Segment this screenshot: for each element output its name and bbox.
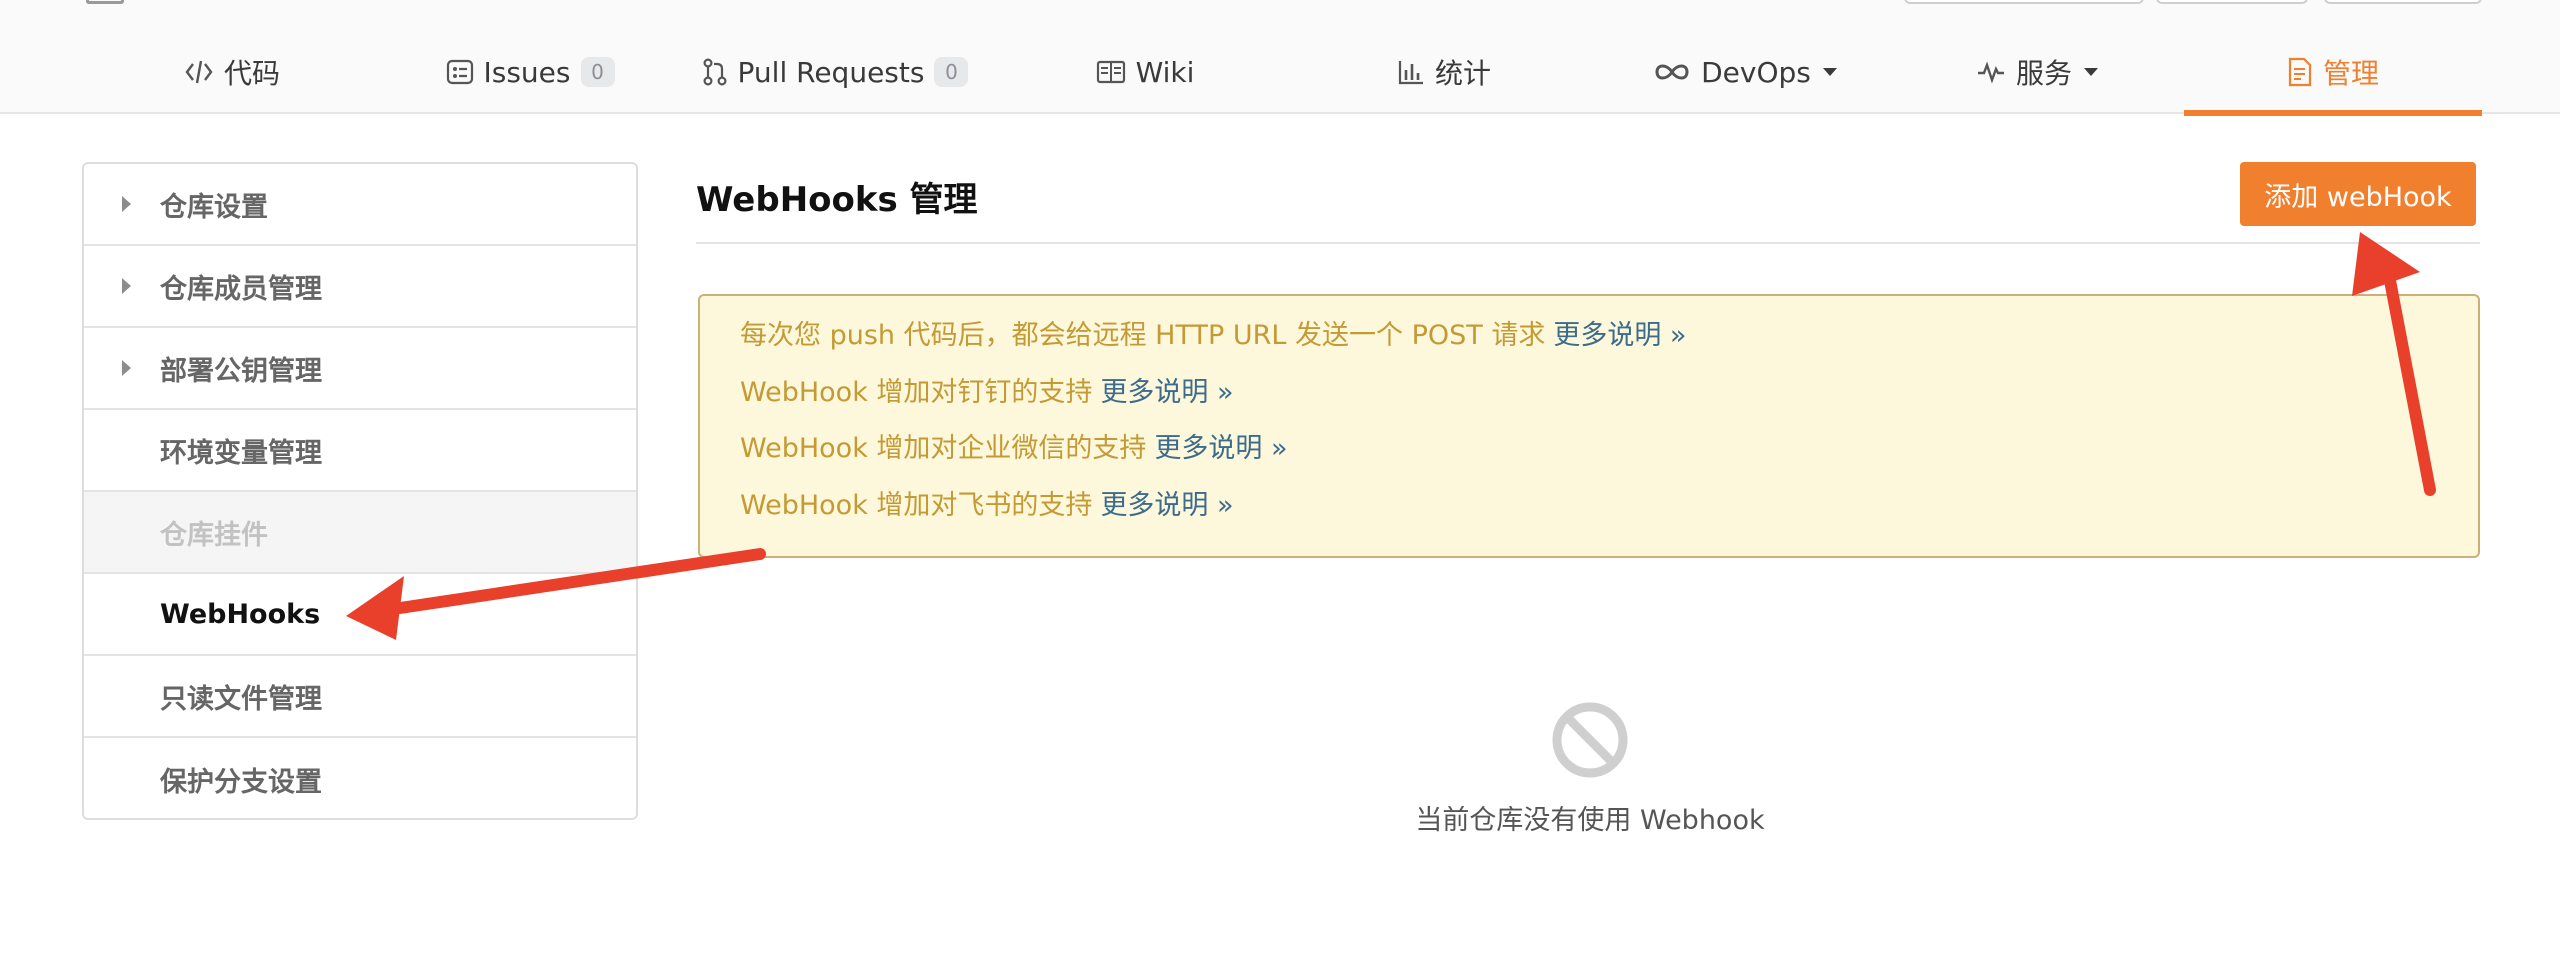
tab-manage[interactable]: 管理 — [2184, 30, 2482, 116]
notice-text: 每次您 push 代码后，都会给远程 HTTP URL 发送一个 POST 请求 — [740, 320, 1546, 351]
sidebar-item-label: 仓库设置 — [160, 191, 268, 223]
tab-services[interactable]: 服务 — [1972, 30, 2102, 114]
pulse-icon — [1976, 59, 2006, 85]
add-webhook-button[interactable]: 添加 webHook — [2240, 162, 2476, 226]
sidebar-item-repo-settings[interactable]: 仓库设置 — [84, 164, 636, 246]
tab-label: Wiki — [1135, 55, 1195, 89]
sidebar-item-webhooks[interactable]: WebHooks — [84, 574, 636, 656]
issues-count-badge: 0 — [580, 57, 615, 87]
tab-code[interactable]: 代码 — [152, 30, 312, 114]
pull-requests-count-badge: 0 — [934, 57, 969, 87]
caret-right-icon — [122, 278, 131, 294]
notice-text: WebHook 增加对飞书的支持 — [740, 489, 1093, 521]
notice-line: WebHook 增加对钉钉的支持 更多说明 » — [740, 375, 2478, 432]
tab-label: 代码 — [223, 57, 280, 90]
sidebar-item-members[interactable]: 仓库成员管理 — [84, 246, 636, 328]
bar-chart-icon — [1397, 58, 1425, 86]
tab-label: Issues — [483, 55, 571, 89]
sidebar-item-label: WebHooks — [160, 598, 321, 630]
settings-doc-icon — [2287, 57, 2313, 87]
issues-icon — [446, 58, 474, 86]
notice-line: WebHook 增加对企业微信的支持 更多说明 » — [740, 431, 2478, 488]
tab-label: DevOps — [1701, 55, 1811, 89]
code-icon — [184, 58, 214, 86]
empty-state-text: 当前仓库没有使用 Webhook — [1415, 805, 1765, 836]
repo-icon — [86, 0, 124, 4]
sidebar-item-label: 仓库挂件 — [160, 519, 268, 551]
chevron-down-icon — [2084, 68, 2098, 76]
sidebar-item-env-vars[interactable]: 环境变量管理 — [84, 410, 636, 492]
page-title: WebHooks 管理 — [696, 180, 978, 220]
sidebar-item-widgets: 仓库挂件 — [84, 492, 636, 574]
tab-issues[interactable]: Issues 0 — [420, 30, 640, 114]
empty-state: 当前仓库没有使用 Webhook — [1330, 700, 1850, 837]
tab-statistics[interactable]: 统计 — [1384, 30, 1504, 114]
more-info-link[interactable]: 更多说明 » — [1553, 320, 1686, 351]
watch-button-edge[interactable] — [1904, 0, 2144, 4]
more-info-link[interactable]: 更多说明 » — [1100, 377, 1233, 408]
tab-label: Pull Requests — [737, 55, 925, 89]
sidebar-item-readonly-files[interactable]: 只读文件管理 — [84, 656, 636, 738]
prohibited-icon — [1330, 700, 1850, 784]
fork-button-edge[interactable] — [2324, 0, 2482, 4]
notice-line: 每次您 push 代码后，都会给远程 HTTP URL 发送一个 POST 请求… — [740, 318, 2478, 375]
sidebar-item-label: 仓库成员管理 — [160, 273, 322, 305]
sidebar-item-protected-branches[interactable]: 保护分支设置 — [84, 738, 636, 820]
webhook-info-notice: 每次您 push 代码后，都会给远程 HTTP URL 发送一个 POST 请求… — [698, 294, 2480, 558]
tab-label: 管理 — [2322, 57, 2379, 90]
wiki-book-icon — [1096, 59, 1126, 85]
tab-label: 服务 — [2015, 57, 2072, 90]
tab-devops[interactable]: DevOps — [1650, 30, 1840, 114]
title-divider — [696, 242, 2480, 244]
more-info-link[interactable]: 更多说明 » — [1100, 490, 1233, 521]
caret-right-icon — [122, 196, 131, 212]
notice-text: WebHook 增加对企业微信的支持 — [740, 433, 1147, 464]
caret-right-icon — [122, 360, 131, 376]
sidebar-item-label: 部署公钥管理 — [160, 355, 322, 387]
sidebar-item-label: 保护分支设置 — [160, 766, 322, 798]
settings-sidebar: 仓库设置 仓库成员管理 部署公钥管理 环境变量管理 仓库挂件 WebHooks … — [82, 162, 638, 820]
more-info-link[interactable]: 更多说明 » — [1154, 433, 1287, 464]
pull-request-icon — [702, 57, 728, 87]
tab-wiki[interactable]: Wiki — [1080, 30, 1210, 114]
notice-line: WebHook 增加对飞书的支持 更多说明 » — [740, 488, 2478, 545]
notice-text: WebHook 增加对钉钉的支持 — [740, 376, 1093, 408]
sidebar-item-label: 环境变量管理 — [160, 437, 322, 469]
sidebar-item-label: 只读文件管理 — [160, 683, 322, 715]
star-button-edge[interactable] — [2156, 0, 2308, 4]
chevron-down-icon — [1822, 68, 1837, 76]
tab-label: 统计 — [1434, 57, 1491, 90]
infinity-icon — [1653, 61, 1691, 83]
repo-nav-tabs: 代码 Issues 0 Pull Requests 0 Wiki 统计 DevO… — [0, 30, 2560, 116]
sidebar-item-deploy-keys[interactable]: 部署公钥管理 — [84, 328, 636, 410]
tab-pull-requests[interactable]: Pull Requests 0 — [700, 30, 970, 114]
